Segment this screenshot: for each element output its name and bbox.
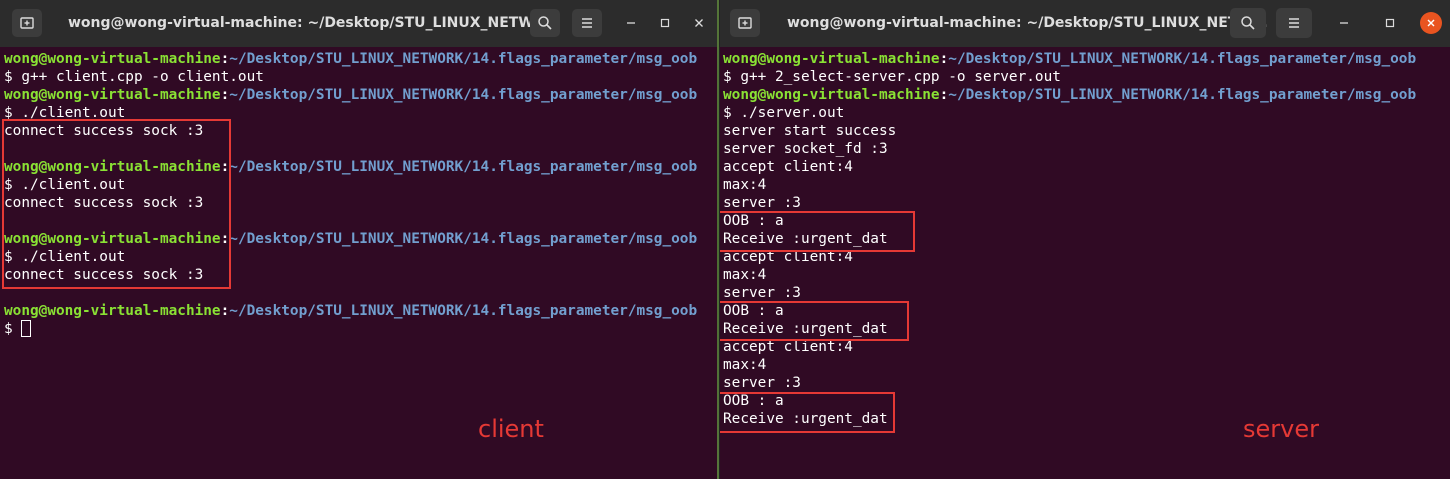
new-tab-button[interactable] [730,9,760,37]
menu-button[interactable] [1276,8,1312,38]
minimize-button[interactable] [620,12,642,34]
maximize-button[interactable] [654,12,676,34]
output-line: max:4 [723,266,1450,284]
close-button[interactable] [1420,12,1442,34]
search-icon [538,16,552,30]
output-line: server :3 [723,194,1450,212]
prompt-path: ~/Desktop/STU_LINUX_NETWORK/14.flags_par… [948,87,1417,103]
output-text: $ g++ 2_select-server.cpp -o server.out [723,69,1061,85]
search-button[interactable] [530,9,560,37]
output-line: server start success [723,122,1450,140]
close-icon [1427,19,1435,27]
output-text: max:4 [723,267,767,283]
maximize-icon [660,18,670,28]
search-icon [1241,16,1255,30]
terminal-window-client[interactable]: wong@wong-virtual-machine: ~/Desktop/STU… [0,0,717,479]
output-line: $ g++ client.cpp -o client.out [4,68,717,86]
prompt-user: wong@wong-virtual-machine [723,87,940,103]
new-tab-icon [20,17,34,29]
hamburger-menu-icon [1289,18,1299,28]
output-text: accept client:4 [723,339,853,355]
prompt-path: ~/Desktop/STU_LINUX_NETWORK/14.flags_par… [229,303,698,319]
output-line: $ g++ 2_select-server.cpp -o server.out [723,68,1450,86]
output-line: server :3 [723,374,1450,392]
hamburger-menu-icon [582,18,592,28]
output-line: $ [4,320,717,338]
window-title: wong@wong-virtual-machine: ~/Desktop/STU… [68,15,549,31]
prompt-line: wong@wong-virtual-machine:~/Desktop/STU_… [4,50,717,68]
prompt-user: wong@wong-virtual-machine [4,51,221,67]
prompt-line: wong@wong-virtual-machine:~/Desktop/STU_… [723,50,1450,68]
new-tab-icon [738,17,752,29]
prompt-path: ~/Desktop/STU_LINUX_NETWORK/14.flags_par… [229,87,698,103]
text-cursor[interactable] [21,320,32,337]
new-tab-button[interactable] [12,9,42,37]
minimize-icon [1340,22,1348,24]
output-line: server socket_fd :3 [723,140,1450,158]
titlebar[interactable]: wong@wong-virtual-machine: ~/Desktop/STU… [720,0,1450,47]
prompt-separator: : [939,51,949,67]
desktop: wong@wong-virtual-machine: ~/Desktop/STU… [0,0,1450,479]
output-text: $ g++ client.cpp -o client.out [4,69,264,85]
output-text: accept client:4 [723,159,853,175]
minimize-button[interactable] [1333,12,1355,34]
output-text: server start success [723,123,897,139]
prompt-path: ~/Desktop/STU_LINUX_NETWORK/14.flags_par… [229,159,698,175]
output-line: server :3 [723,284,1450,302]
search-button[interactable] [1230,8,1266,38]
output-line: accept client:4 [723,158,1450,176]
close-icon [695,19,703,27]
maximize-icon [1385,18,1395,28]
highlight-box-client-output [2,119,231,289]
highlight-box-oob-3 [720,392,895,433]
caption-label: client [478,415,544,443]
output-line: max:4 [723,356,1450,374]
prompt-line: wong@wong-virtual-machine:~/Desktop/STU_… [4,302,717,320]
prompt-separator: : [220,51,230,67]
highlight-box-oob-1 [720,211,915,252]
output-text: max:4 [723,357,767,373]
prompt-separator: : [220,303,230,319]
prompt-user: wong@wong-virtual-machine [4,303,221,319]
output-text: $ ./server.out [723,105,845,121]
prompt-line: wong@wong-virtual-machine:~/Desktop/STU_… [4,86,717,104]
output-line: $ ./server.out [723,104,1450,122]
titlebar[interactable]: wong@wong-virtual-machine: ~/Desktop/STU… [0,0,717,47]
prompt-separator: : [220,87,230,103]
prompt-line: wong@wong-virtual-machine:~/Desktop/STU_… [723,86,1450,104]
output-text: max:4 [723,177,767,193]
output-text: server :3 [723,195,801,211]
output-text: server socket_fd :3 [723,141,888,157]
maximize-button[interactable] [1379,12,1401,34]
highlight-box-oob-2 [720,301,909,341]
menu-button[interactable] [572,9,602,37]
output-text: server :3 [723,285,801,301]
prompt-user: wong@wong-virtual-machine [4,87,221,103]
close-button[interactable] [688,12,710,34]
prompt-separator: : [939,87,949,103]
output-text: server :3 [723,375,801,391]
minimize-icon [627,22,635,24]
prompt-dollar: $ [4,321,22,337]
output-line: max:4 [723,176,1450,194]
window-title: wong@wong-virtual-machine: ~/Desktop/STU… [787,15,1268,31]
prompt-path: ~/Desktop/STU_LINUX_NETWORK/14.flags_par… [229,231,698,247]
prompt-path: ~/Desktop/STU_LINUX_NETWORK/14.flags_par… [948,51,1417,67]
caption-label: server [1243,415,1319,443]
terminal-window-server[interactable]: wong@wong-virtual-machine: ~/Desktop/STU… [719,0,1450,479]
prompt-user: wong@wong-virtual-machine [723,51,940,67]
prompt-path: ~/Desktop/STU_LINUX_NETWORK/14.flags_par… [229,51,698,67]
